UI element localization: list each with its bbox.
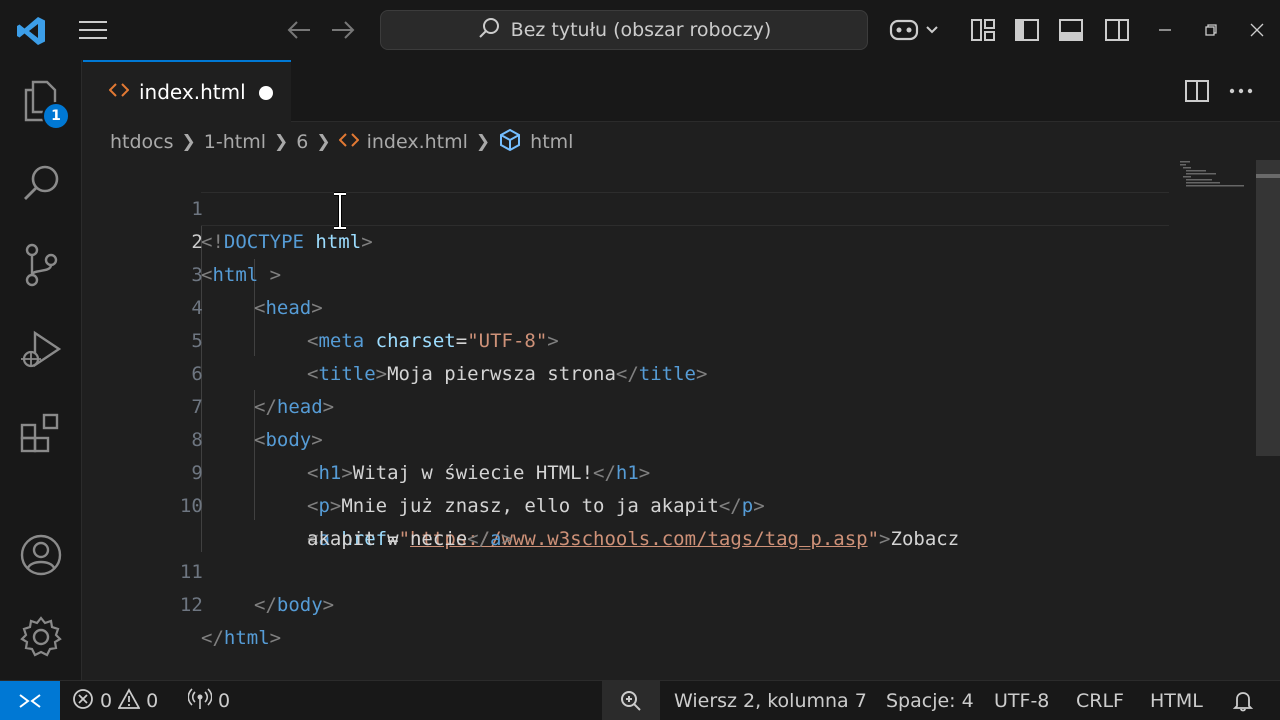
code-line: 4 <meta charset="UTF-8">: [83, 259, 558, 352]
indentation-setting[interactable]: Spacje: 4: [886, 681, 974, 720]
tab-label: index.html: [139, 80, 246, 104]
code-line: 7 <body>: [83, 358, 322, 451]
forward-arrow-icon[interactable]: [328, 16, 358, 44]
minimize-icon[interactable]: [1150, 16, 1180, 44]
html-file-icon: [108, 82, 130, 102]
code-line: 9 <p>Mnie już znasz, ello to ja akapit</…: [83, 424, 764, 517]
customize-layout-icon[interactable]: [968, 16, 998, 44]
warning-icon: [117, 687, 141, 715]
settings-gear-icon[interactable]: [16, 612, 66, 662]
command-center-search[interactable]: Bez tytułu (obszar roboczy): [380, 10, 868, 50]
vertical-scrollbar[interactable]: [1256, 160, 1280, 456]
zoom-icon[interactable]: [602, 681, 660, 720]
tab-index-html[interactable]: index.html: [83, 60, 291, 122]
cursor-position[interactable]: Wiersz 2, kolumna 7: [674, 681, 867, 720]
restore-icon[interactable]: [1196, 16, 1226, 44]
chevron-right-icon: ❯: [274, 132, 289, 152]
toggle-panel-icon[interactable]: [1056, 16, 1086, 44]
more-actions-icon[interactable]: [1225, 76, 1257, 106]
breadcrumb-item[interactable]: index.html: [367, 131, 468, 153]
line-number: 12: [179, 594, 203, 616]
menu-icon[interactable]: [76, 16, 110, 44]
line-number: 7: [191, 396, 203, 418]
explorer-badge: 1: [42, 102, 70, 130]
breadcrumb: htdocs ❯ 1-html ❯ 6 ❯ index.html ❯ html: [110, 124, 573, 160]
error-icon: [72, 688, 94, 715]
eol-setting[interactable]: CRLF: [1076, 681, 1124, 720]
notifications-bell-icon[interactable]: [1232, 681, 1254, 720]
breadcrumb-item[interactable]: 1-html: [204, 131, 266, 153]
broadcast-icon: [187, 687, 213, 715]
line-number: 5: [191, 330, 203, 352]
chevron-right-icon: ❯: [181, 132, 196, 152]
language-mode[interactable]: HTML: [1150, 681, 1203, 720]
symbol-element-icon: [498, 128, 522, 157]
line-number: 4: [191, 297, 203, 319]
code-line: 12 </html>: [83, 556, 281, 649]
text-cursor-icon: [332, 192, 348, 234]
breadcrumb-item[interactable]: 6: [296, 131, 308, 153]
line-number: 6: [191, 363, 203, 385]
split-editor-icon[interactable]: [1181, 76, 1213, 106]
title-bar: Bez tytułu (obszar roboczy): [0, 0, 1280, 60]
code-line: 1 <!DOCTYPE html>: [83, 160, 372, 253]
search-label: Bez tytułu (obszar roboczy): [510, 19, 772, 41]
accounts-icon[interactable]: [16, 530, 66, 580]
breadcrumb-item[interactable]: html: [530, 131, 573, 153]
extensions-icon[interactable]: [16, 408, 66, 458]
search-activity-icon[interactable]: [16, 158, 66, 208]
error-count: 0: [100, 690, 113, 712]
line-number: 10: [179, 495, 203, 517]
line-number: 3: [191, 264, 203, 286]
close-icon[interactable]: [1242, 16, 1272, 44]
chevron-right-icon: ❯: [316, 132, 331, 152]
code-line: 2 <html >: [83, 193, 281, 286]
line-number: 2: [191, 231, 203, 253]
problems-indicator[interactable]: 0 0: [72, 681, 158, 720]
code-line: 3 <head>: [83, 226, 322, 319]
code-line-wrapped: akapit w necie</a>: [307, 528, 513, 550]
code-line: 5 <title>Moja pierwsza strona</title>: [83, 292, 707, 385]
remote-indicator-icon[interactable]: [0, 681, 60, 720]
code-line: 10 <a href="https://www.w3schools.com/ta…: [83, 457, 959, 550]
warning-count: 0: [146, 690, 159, 712]
breadcrumb-item[interactable]: htdocs: [110, 131, 174, 153]
toggle-primary-sidebar-icon[interactable]: [1012, 16, 1042, 44]
back-arrow-icon[interactable]: [284, 16, 314, 44]
line-number: 1: [191, 198, 203, 220]
editor-tab-bar: index.html: [83, 60, 1280, 122]
encoding-setting[interactable]: UTF-8: [994, 681, 1049, 720]
code-line: 11 </body>: [83, 523, 334, 616]
code-line: 6 </head>: [83, 325, 334, 418]
code-line: 8 <h1>Witaj w świecie HTML!</h1>: [83, 391, 650, 484]
html-file-icon: [338, 131, 360, 153]
ports-indicator[interactable]: 0: [187, 681, 231, 720]
status-bar: 0 0 0 Wiersz 2, kolumna 7 Spacje: 4 UTF-…: [0, 680, 1280, 720]
chevron-right-icon: ❯: [475, 132, 491, 152]
minimap[interactable]: [1178, 160, 1248, 190]
search-icon: [477, 16, 501, 45]
toggle-secondary-sidebar-icon[interactable]: [1102, 16, 1132, 44]
code-editor[interactable]: 1 <!DOCTYPE html> 2 <html > 3 <head> 4 <…: [83, 160, 1256, 680]
scrollbar-cursor-marker: [1256, 174, 1280, 178]
unsaved-dot-icon[interactable]: [259, 86, 273, 100]
copilot-icon[interactable]: [888, 14, 942, 46]
ports-count: 0: [218, 690, 231, 712]
run-debug-icon[interactable]: [16, 324, 66, 374]
vscode-logo-icon[interactable]: [14, 14, 48, 48]
line-number: 11: [179, 561, 203, 583]
source-control-icon[interactable]: [16, 240, 66, 290]
line-number: 8: [191, 429, 203, 451]
line-number: 9: [191, 462, 203, 484]
